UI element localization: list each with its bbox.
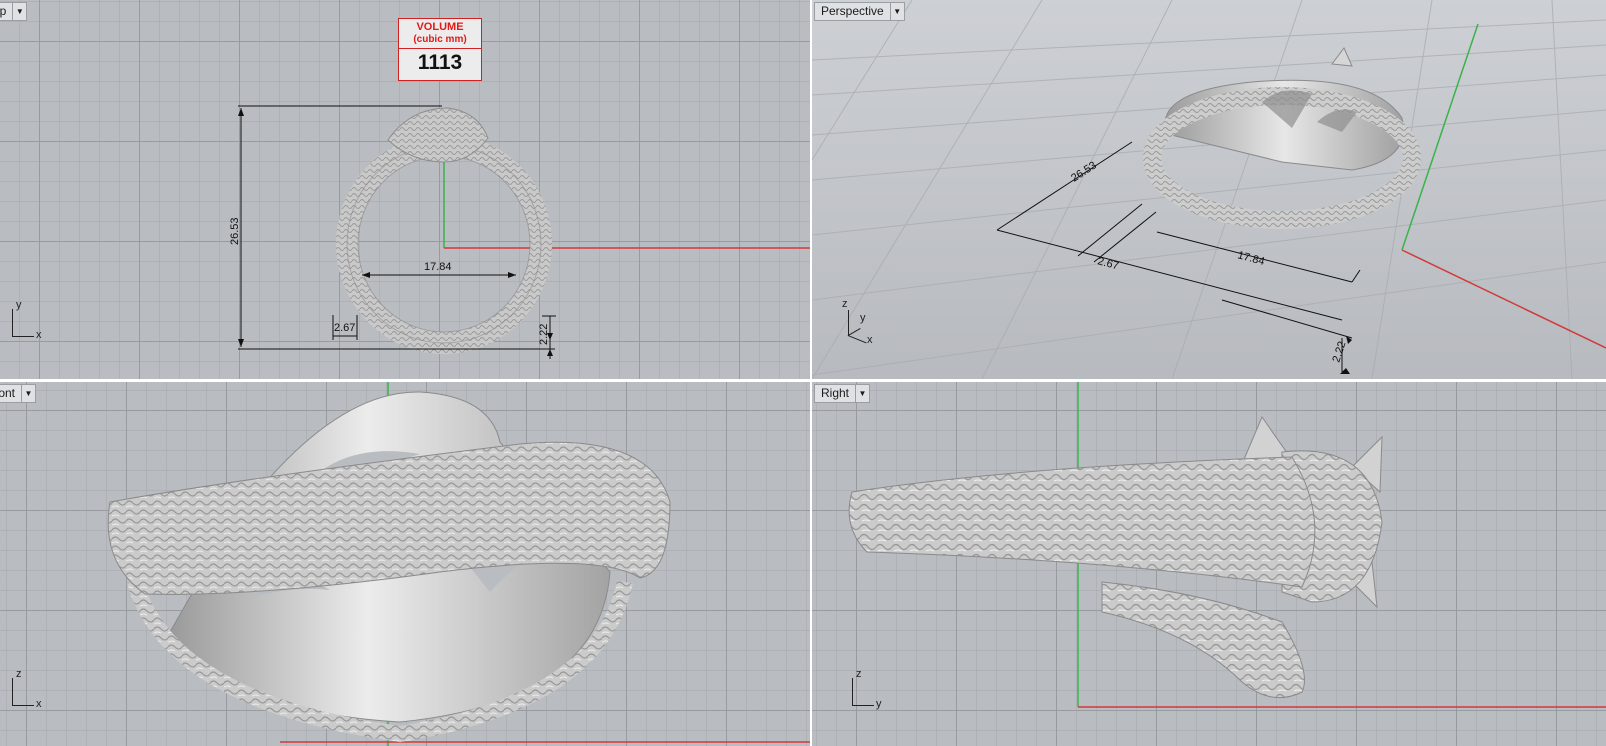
viewport-tab-right[interactable]: Right ▼ [814,384,871,403]
dropdown-arrow-icon[interactable]: ▼ [21,385,35,402]
dimension-band-width: 2.67 [1096,255,1120,272]
viewport-top[interactable]: Top ▼ 26.53 [0,0,810,379]
volume-unit: (cubic mm) [413,34,467,45]
front-view-drawing [107,382,810,746]
perspective-grid [812,0,1606,379]
volume-readout: VOLUME (cubic mm) 1113 [398,18,482,81]
axis-indicator: z y [842,668,882,712]
volume-value: 1113 [417,51,463,74]
ring-band [848,456,1316,588]
dimension-thickness: 2.22 [538,324,550,345]
right-view-drawing [848,382,1606,708]
viewport-tab-top[interactable]: Top ▼ [0,2,28,21]
wolf-paws [1101,581,1305,699]
viewport-label: Top [0,4,7,18]
dropdown-arrow-icon[interactable]: ▼ [855,385,869,402]
axis-indicator: z x [2,668,42,712]
axis-indicator: y x [2,299,42,343]
x-axis-line [1401,249,1606,349]
dimension-thickness: 2.22 [1330,340,1348,364]
viewport-label: Perspective [821,4,884,18]
viewport-label: Front [0,386,16,400]
volume-title: VOLUME [416,21,464,33]
axis-indicator: z y x [842,298,873,346]
dimension-diameter: 17.84 [424,261,452,273]
perspective-drawing: 26.53 17.84 2.67 2.22 [812,0,1606,379]
viewport-tab-perspective[interactable]: Perspective ▼ [814,2,905,21]
dimension-height: 26.53 [1069,159,1099,184]
dimension-band-width: 2.67 [334,322,355,334]
dimension-height: 26.53 [229,217,241,245]
viewport-front[interactable]: Front ▼ z x [0,382,810,746]
viewport-label: Right [821,386,850,400]
viewport-perspective[interactable]: Perspective ▼ 26.53 17.84 2.67 2.22 z y … [812,0,1606,379]
dropdown-arrow-icon[interactable]: ▼ [12,3,26,20]
viewport-tab-front[interactable]: Front ▼ [0,384,37,403]
dropdown-arrow-icon[interactable]: ▼ [889,3,904,20]
viewport-right[interactable]: Right ▼ z y [812,382,1606,746]
dimension-diameter: 17.84 [1236,249,1266,268]
